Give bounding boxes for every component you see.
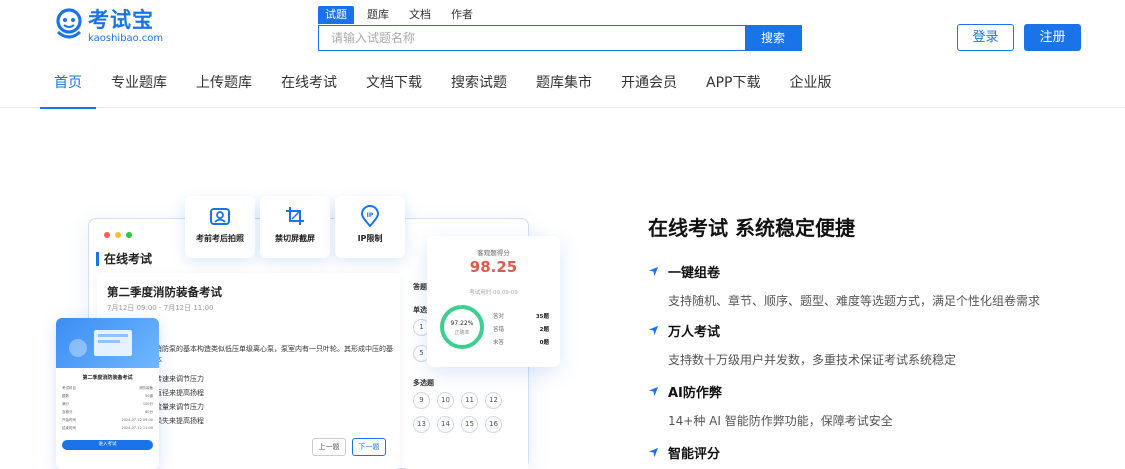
feature-desc: 支持数十万级用户并发数，多重技术保证考试系统稳定 [668,353,957,367]
login-button[interactable]: 登录 [957,24,1014,51]
site-logo[interactable]: 考试宝 kaoshibao.com [54,8,163,45]
nav-app-download[interactable]: APP下载 [692,60,774,108]
answer-sheet-label: 答题 [413,283,427,291]
window-dots [104,232,137,238]
multi-choice-label: 多选题 [413,379,434,387]
question-number: 16 [485,416,502,433]
paper-plane-icon [648,266,659,277]
crop-icon [284,205,306,227]
nav-doc-download[interactable]: 文档下载 [352,60,436,108]
score-title: 客观题得分 [477,249,510,257]
hero-title: 在线考试 系统稳定便捷 [648,216,855,240]
phone-info-row: 开始时间 2024-07-12 09:00 [62,418,153,422]
score-card: 客观题得分 98.25 考试用时 00:09:09 97.22% 正确率 答对 3… [427,236,560,367]
feature-label: 禁切屏截屏 [275,234,315,243]
feature-card-photo: 考前考后拍照 [185,196,255,258]
search-tab-questions[interactable]: 试题 [318,6,354,24]
exam-name: 第二季度消防装备考试 [107,285,222,299]
feature-item: 万人考试 支持数十万级用户并发数，多重技术保证考试系统稳定 [648,321,956,368]
question-number: 13 [413,416,430,433]
header: 考试宝 kaoshibao.com 试题 题库 文档 作者 搜索 登录 注册 [0,0,1125,60]
stat-unanswered: 未答 0题 [493,340,549,346]
option-a: 转速来调节压力 [155,375,204,383]
main-nav: 首页 专业题库 上传题库 在线考试 文档下载 搜索试题 题库集市 开通会员 AP… [0,60,1125,109]
paper-plane-icon [648,325,659,336]
logo-name: 考试宝 [88,8,154,32]
exam-duration: 考试用时 00:09:09 [469,290,518,296]
accuracy-ring [440,305,484,349]
nav-enterprise[interactable]: 企业版 [775,60,845,108]
next-question-button: 下一题 [352,438,386,456]
phone-info-row: 结束时间 2024-07-12 11:00 [62,426,153,430]
phone-info-row: 满分 100分 [62,402,153,406]
phone-mockup: 第二季度消防装备考试 考试科目 消防装备 题数 50道 满分 100分 及格分 60分 … [56,318,159,469]
phone-info-row: 及格分 60分 [62,410,153,414]
option-c: 流量来调节压力 [155,403,204,411]
feature-title: 智能评分 [668,447,721,462]
feature-title: AI防作弊 [668,386,722,401]
window-title: 在线考试 [96,252,152,266]
camera-user-icon [209,205,231,227]
phone-banner [56,318,159,368]
exam-time: 7月12日 09:00 - 7月12日 11:00 [107,304,214,312]
nav-home[interactable]: 首页 [40,60,96,109]
search-input[interactable] [319,26,745,50]
question-text: 消防泵的基本构造类似低压单级离心泵，泵室内有一只叶轮。其形成中压的基本 [155,345,393,364]
search-tab-banks[interactable]: 题库 [360,6,396,24]
phone-enter-exam-button: 进入考试 [62,440,153,450]
svg-text:IP: IP [367,212,374,219]
single-choice-label: 单选 [413,306,427,314]
accuracy-rate: 97.22% [450,320,474,327]
paper-plane-icon [648,386,659,397]
question-number: 15 [461,416,478,433]
phone-info-row: 考试科目 消防装备 [62,386,153,390]
phone-info-row: 题数 50道 [62,394,153,398]
score-value: 98.25 [469,258,518,276]
question-number: 12 [485,392,502,409]
stat-correct: 答对 35题 [493,314,549,320]
feature-desc: 14+种 AI 智能防作弊功能，保障考试安全 [668,414,893,428]
nav-search-questions[interactable]: 搜索试题 [437,60,521,108]
nav-online-exam[interactable]: 在线考试 [267,60,351,108]
feature-item: 智能评分 [648,443,720,462]
nav-upload-bank[interactable]: 上传题库 [182,60,266,108]
question-number: 10 [437,392,454,409]
feature-card-crop: 禁切屏截屏 [260,196,330,258]
question-number: 14 [437,416,454,433]
search-button[interactable]: 搜索 [745,26,801,50]
phone-exam-title: 第二季度消防装备考试 [82,375,133,381]
feature-desc: 支持随机、章节、顺序、题型、难度等选题方式，满足个性化组卷需求 [668,294,1041,308]
question-number: 11 [461,392,478,409]
feature-item: 一键组卷 支持随机、章节、顺序、题型、难度等选题方式，满足个性化组卷需求 [648,262,1040,309]
search-tab-authors[interactable]: 作者 [444,6,480,24]
prev-question-button: 上一题 [312,438,346,456]
feature-card-ip: IP IP限制 [335,196,405,258]
feature-label: IP限制 [357,234,383,243]
logo-mascot-icon [54,8,84,40]
logo-domain: kaoshibao.com [88,33,164,44]
search-box: 搜索 [318,25,802,51]
nav-membership[interactable]: 开通会员 [607,60,691,108]
stat-wrong: 答错 2题 [493,327,549,333]
nav-bank-market[interactable]: 题库集市 [522,60,606,108]
ip-location-icon: IP [359,205,381,228]
feature-title: 万人考试 [668,325,721,340]
nav-professional-banks[interactable]: 专业题库 [97,60,181,108]
feature-item: AI防作弊 14+种 AI 智能防作弊功能，保障考试安全 [648,382,893,429]
search-tab-docs[interactable]: 文档 [402,6,438,24]
option-b: 直径来提高扬程 [155,389,204,397]
feature-title: 一键组卷 [668,266,721,281]
accuracy-label: 正确率 [454,330,470,336]
search-tabs: 试题 题库 文档 作者 [318,6,486,24]
feature-label: 考前考后拍照 [196,234,244,243]
paper-plane-icon [648,447,659,458]
question-number: 9 [413,392,430,409]
register-button[interactable]: 注册 [1024,24,1081,51]
option-d: 损失来提高扬程 [155,417,204,425]
